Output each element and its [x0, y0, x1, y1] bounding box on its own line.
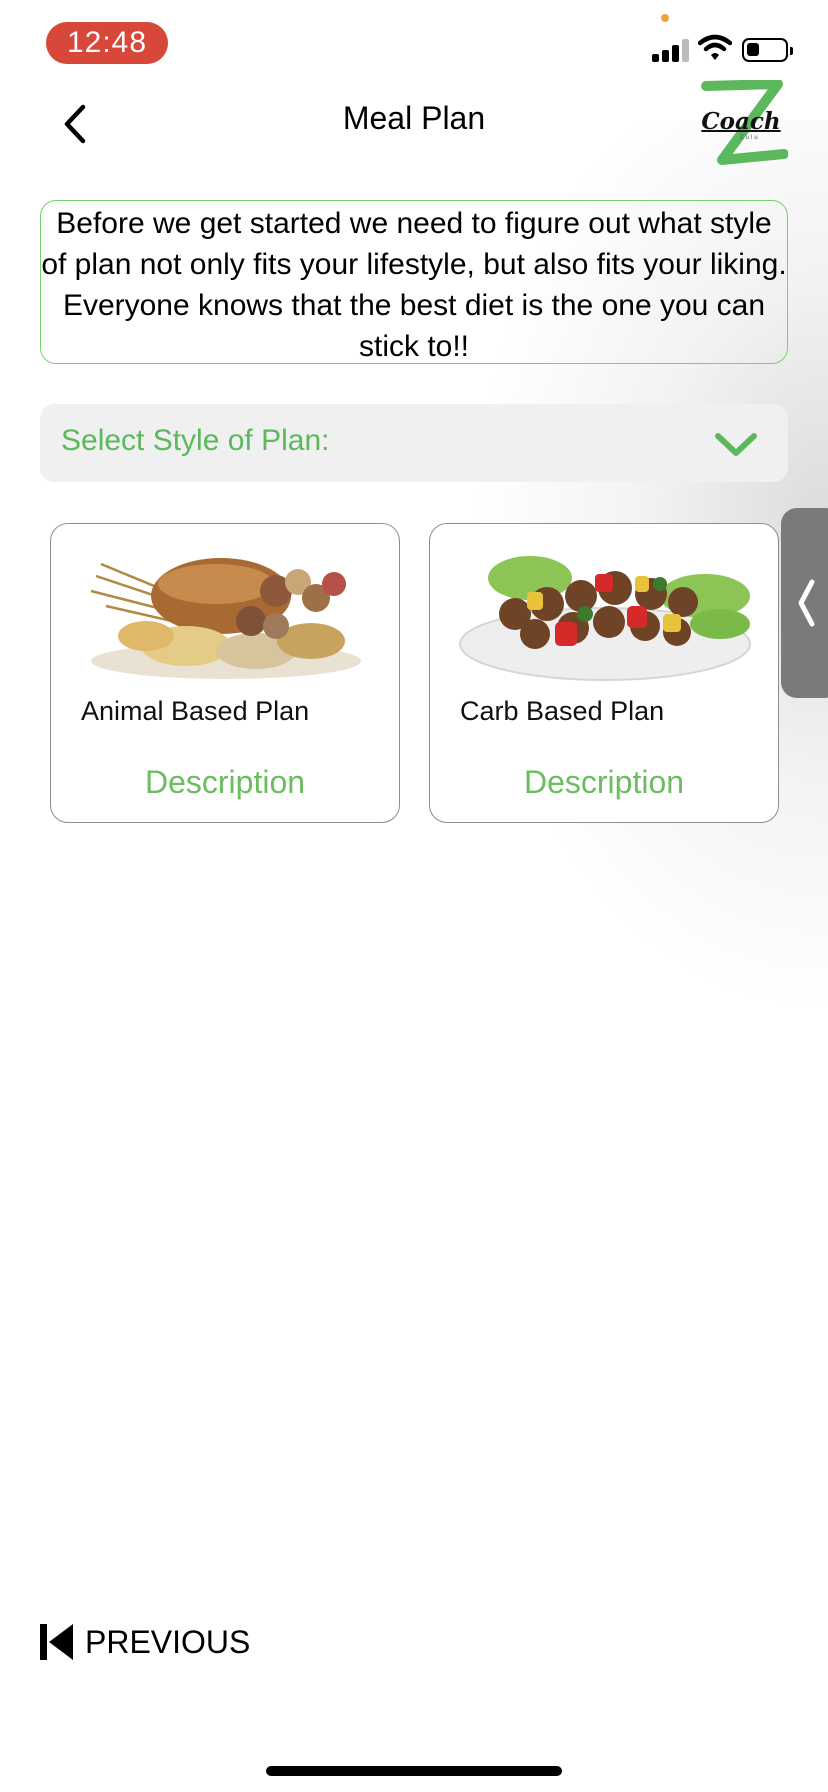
plan-card-carb[interactable]: Carb Based Plan Description	[429, 523, 779, 823]
previous-label: PREVIOUS	[85, 1624, 251, 1660]
logo-wordmark: Coach	[701, 108, 781, 135]
description-link[interactable]: Description	[430, 764, 778, 801]
plan-card-title: Carb Based Plan	[460, 696, 665, 726]
chevron-down-icon	[715, 433, 757, 456]
plan-card-animal[interactable]: Animal Based Plan Description	[50, 523, 400, 823]
battery-icon	[742, 38, 793, 62]
status-time: 12:48	[46, 22, 168, 64]
skip-back-icon	[40, 1624, 73, 1660]
privacy-indicator-dot	[661, 14, 669, 22]
intro-message: Before we get started we need to figure …	[40, 200, 788, 364]
side-drawer-tab[interactable]	[781, 508, 828, 698]
meat-kebab-image	[459, 556, 751, 681]
chevron-left-icon	[798, 579, 815, 627]
grains-bread-image	[90, 558, 361, 679]
logo-tagline: Zulu	[740, 135, 760, 141]
plan-style-dropdown[interactable]: Select Style of Plan:	[40, 404, 788, 482]
home-indicator[interactable]	[266, 1766, 562, 1776]
wifi-icon	[698, 34, 732, 60]
dropdown-label: Select Style of Plan:	[61, 424, 330, 457]
coach-logo: Coach Zulu	[692, 80, 788, 170]
cellular-signal-icon	[652, 38, 690, 62]
plan-card-title: Animal Based Plan	[81, 696, 310, 726]
description-link[interactable]: Description	[51, 764, 399, 801]
